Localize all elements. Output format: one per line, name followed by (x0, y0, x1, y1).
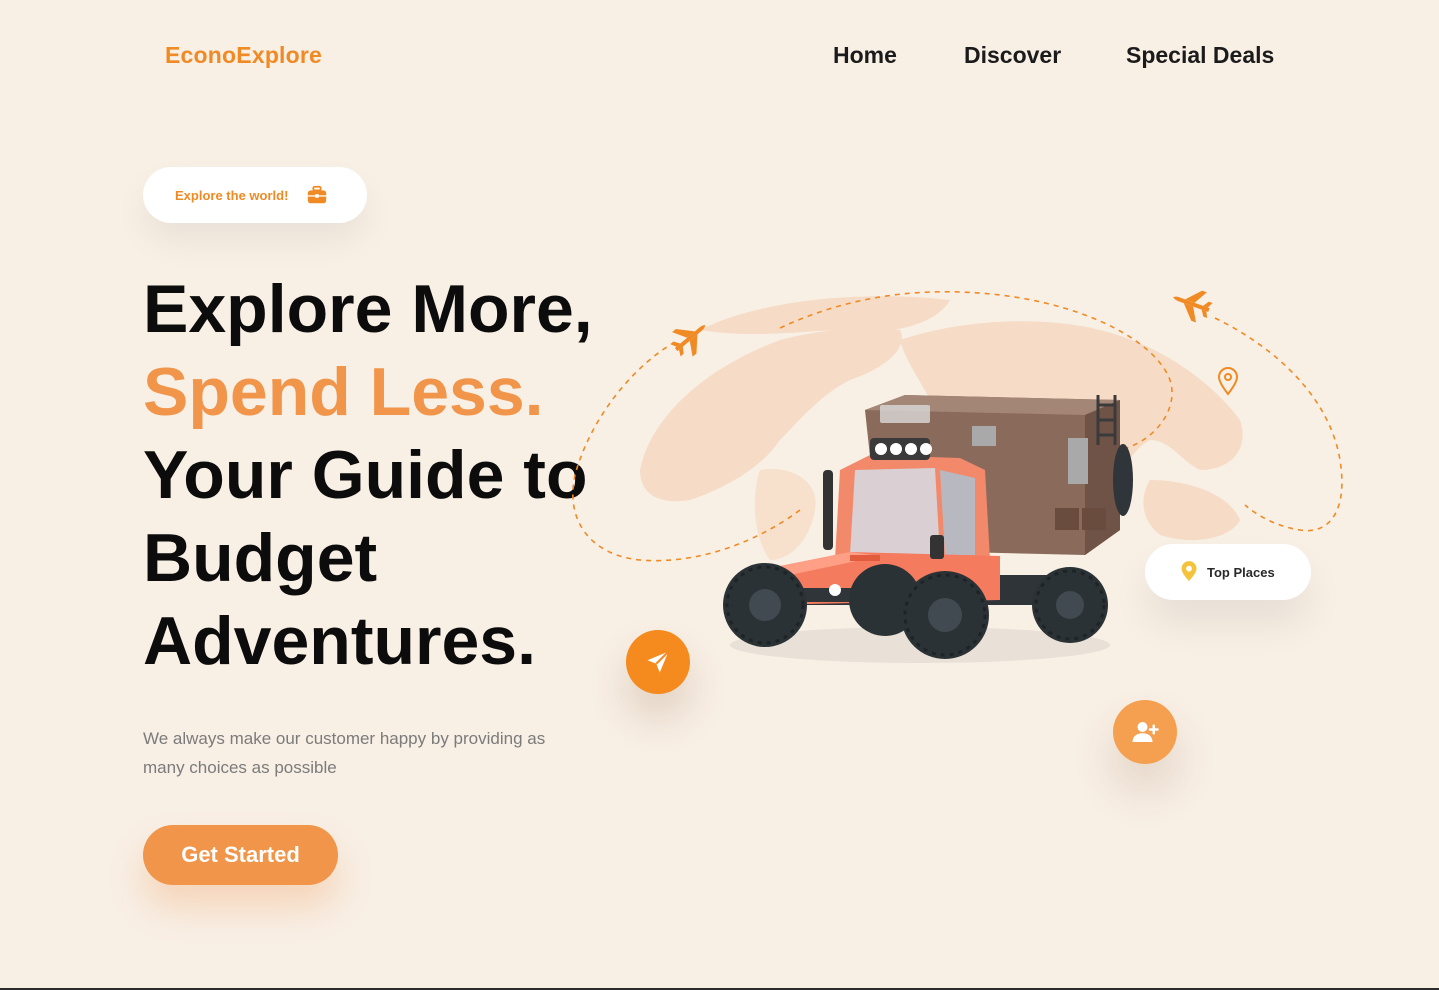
hero-description: We always make our customer happy by pro… (143, 729, 546, 777)
explore-badge-label: Explore the world! (175, 187, 289, 203)
nav-discover[interactable]: Discover (964, 42, 1061, 69)
send-icon (647, 650, 670, 673)
user-plus-icon (1132, 722, 1159, 742)
explore-badge: Explore the world! (143, 167, 367, 223)
headline-accent-line: Spend Less. (143, 354, 544, 430)
map-pin-icon (1217, 367, 1239, 396)
top-places-chip[interactable]: Top Places (1145, 544, 1311, 600)
top-places-label: Top Places (1207, 564, 1275, 580)
get-started-button[interactable]: Get Started (143, 825, 338, 885)
add-user-button[interactable] (1113, 700, 1177, 764)
airplane-icon (670, 325, 706, 357)
send-button[interactable] (626, 630, 690, 694)
headline-line-4: Budget (143, 520, 378, 596)
headline-line-3: Your Guide to (143, 437, 588, 513)
airplane-icon (1173, 290, 1213, 323)
headline-line-5: Adventures. (143, 603, 536, 679)
travel-illustration (572, 290, 1343, 663)
nav-special-deals[interactable]: Special Deals (1126, 42, 1274, 69)
nav-home[interactable]: Home (833, 42, 897, 69)
headline-line-1: Explore More, (143, 271, 593, 347)
map-pin-icon (1181, 561, 1197, 582)
hero-headline: Explore More, Spend Less. Your Guide to … (143, 268, 593, 683)
brand-logo[interactable]: EconoExplore (165, 42, 322, 69)
briefcase-icon (308, 185, 327, 204)
